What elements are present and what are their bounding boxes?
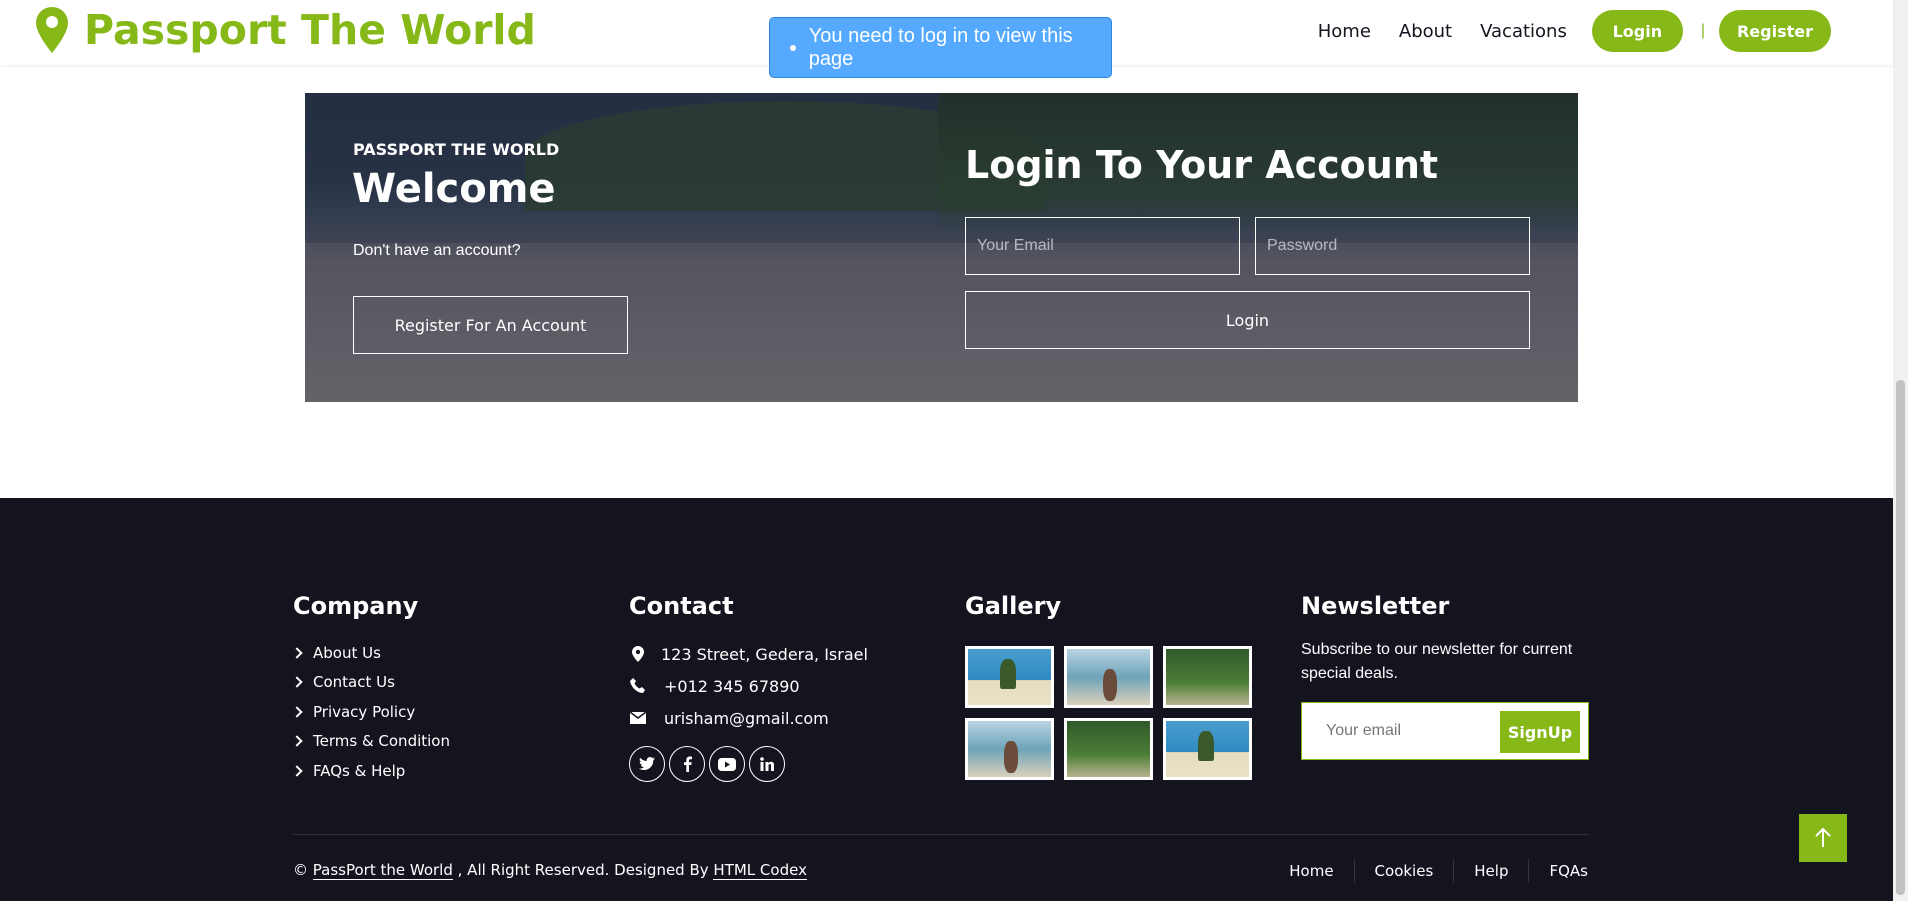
footer-link-terms[interactable]: Terms & Condition [291, 727, 450, 757]
footer-link-privacy-policy[interactable]: Privacy Policy [291, 697, 450, 727]
gallery-image[interactable] [1064, 646, 1153, 708]
gallery-image[interactable] [965, 718, 1054, 780]
signup-button[interactable]: SignUp [1500, 711, 1580, 753]
footer-menu-fqas[interactable]: FQAs [1528, 859, 1588, 883]
nav-about[interactable]: About [1399, 21, 1452, 42]
page-scrollbar[interactable] [1893, 0, 1908, 901]
gallery-image[interactable] [1163, 646, 1252, 708]
footer-menu-cookies[interactable]: Cookies [1353, 859, 1454, 883]
company-title: Company [293, 592, 419, 620]
link-label: Terms & Condition [313, 732, 450, 751]
gallery-image[interactable] [1064, 718, 1153, 780]
login-hero: PASSPORT THE WORLD Welcome Don't have an… [305, 93, 1578, 402]
login-required-alert: You need to log in to view this page [769, 17, 1112, 78]
footer-contact: Contact 123 Street, Gedera, Israel +012 … [629, 592, 868, 782]
email-text: urisham@gmail.com [664, 708, 829, 728]
newsletter-title: Newsletter [1301, 592, 1450, 620]
no-account-text: Don't have an account? [353, 242, 521, 259]
gallery-image[interactable] [1163, 718, 1252, 780]
footer: Company About Us Contact Us Privacy Poli… [0, 498, 1893, 901]
map-pin-icon [36, 7, 68, 53]
link-label: FAQs & Help [313, 761, 406, 780]
nav-separator: | [1700, 22, 1705, 39]
gallery-grid [965, 646, 1252, 780]
gallery-image[interactable] [965, 646, 1054, 708]
hero-welcome-heading: Welcome [352, 166, 556, 212]
back-to-top-button[interactable] [1799, 814, 1847, 862]
address-text: 123 Street, Gedera, Israel [661, 644, 868, 664]
footer-menu: Home Cookies Help FQAs [1269, 859, 1588, 883]
contact-address: 123 Street, Gedera, Israel [629, 638, 868, 670]
phone-text: +012 345 67890 [664, 676, 800, 696]
hero-eyebrow: PASSPORT THE WORLD [353, 140, 560, 159]
brand[interactable]: Passport The World [36, 6, 536, 54]
alert-message: You need to log in to view this page [808, 24, 1073, 70]
copyright: © PassPort the World , All Right Reserve… [293, 861, 807, 880]
footer-link-about-us[interactable]: About Us [291, 638, 450, 668]
newsletter-form: SignUp [1301, 702, 1589, 760]
login-title: Login To Your Account [965, 143, 1439, 187]
login-submit-button[interactable]: Login [965, 291, 1530, 349]
contact-phone: +012 345 67890 [629, 670, 868, 702]
arrow-up-icon [1815, 828, 1831, 847]
chevron-right-icon [291, 647, 303, 659]
register-button[interactable]: Register [1719, 10, 1831, 52]
copyright-symbol: © [293, 861, 308, 879]
footer-menu-home[interactable]: Home [1269, 859, 1353, 883]
footer-newsletter: Newsletter Subscribe to our newsletter f… [1301, 592, 1591, 760]
facebook-icon[interactable] [669, 746, 705, 782]
gallery-title: Gallery [965, 592, 1062, 620]
register-account-button[interactable]: Register For An Account [353, 296, 628, 354]
site-link[interactable]: PassPort the World [312, 861, 453, 880]
scrollbar-thumb[interactable] [1896, 380, 1905, 895]
footer-company: Company About Us Contact Us Privacy Poli… [291, 592, 450, 786]
footer-divider [293, 834, 1589, 835]
brand-name[interactable]: Passport The World [84, 6, 536, 54]
link-label: About Us [313, 643, 381, 662]
contact-title: Contact [629, 592, 734, 620]
footer-gallery: Gallery [965, 592, 1252, 780]
twitter-icon[interactable] [629, 746, 665, 782]
link-label: Contact Us [313, 673, 395, 692]
newsletter-email-input[interactable] [1326, 703, 1496, 759]
footer-menu-help[interactable]: Help [1453, 859, 1528, 883]
copyright-text: , All Right Reserved. Designed By [457, 861, 709, 879]
login-button[interactable]: Login [1591, 10, 1683, 52]
youtube-icon[interactable] [709, 746, 745, 782]
footer-link-contact-us[interactable]: Contact Us [291, 668, 450, 698]
location-icon [629, 645, 647, 663]
chevron-right-icon [291, 676, 303, 688]
phone-icon [629, 677, 647, 695]
chevron-right-icon [291, 706, 303, 718]
nav-vacations[interactable]: Vacations [1480, 21, 1567, 42]
contact-email: urisham@gmail.com [629, 702, 868, 734]
nav-menu: Home About Vacations Login | Register [1318, 10, 1831, 52]
bullet-icon [790, 44, 796, 51]
social-links [629, 746, 868, 782]
envelope-icon [629, 709, 647, 727]
password-field[interactable] [1255, 217, 1530, 275]
designer-link[interactable]: HTML Codex [713, 861, 807, 880]
email-field[interactable] [965, 217, 1240, 275]
linkedin-icon[interactable] [749, 746, 785, 782]
chevron-right-icon [291, 735, 303, 747]
nav-home[interactable]: Home [1318, 21, 1371, 42]
newsletter-text: Subscribe to our newsletter for current … [1301, 641, 1573, 682]
chevron-right-icon [291, 765, 303, 777]
footer-link-faqs[interactable]: FAQs & Help [291, 756, 450, 786]
link-label: Privacy Policy [313, 702, 416, 721]
